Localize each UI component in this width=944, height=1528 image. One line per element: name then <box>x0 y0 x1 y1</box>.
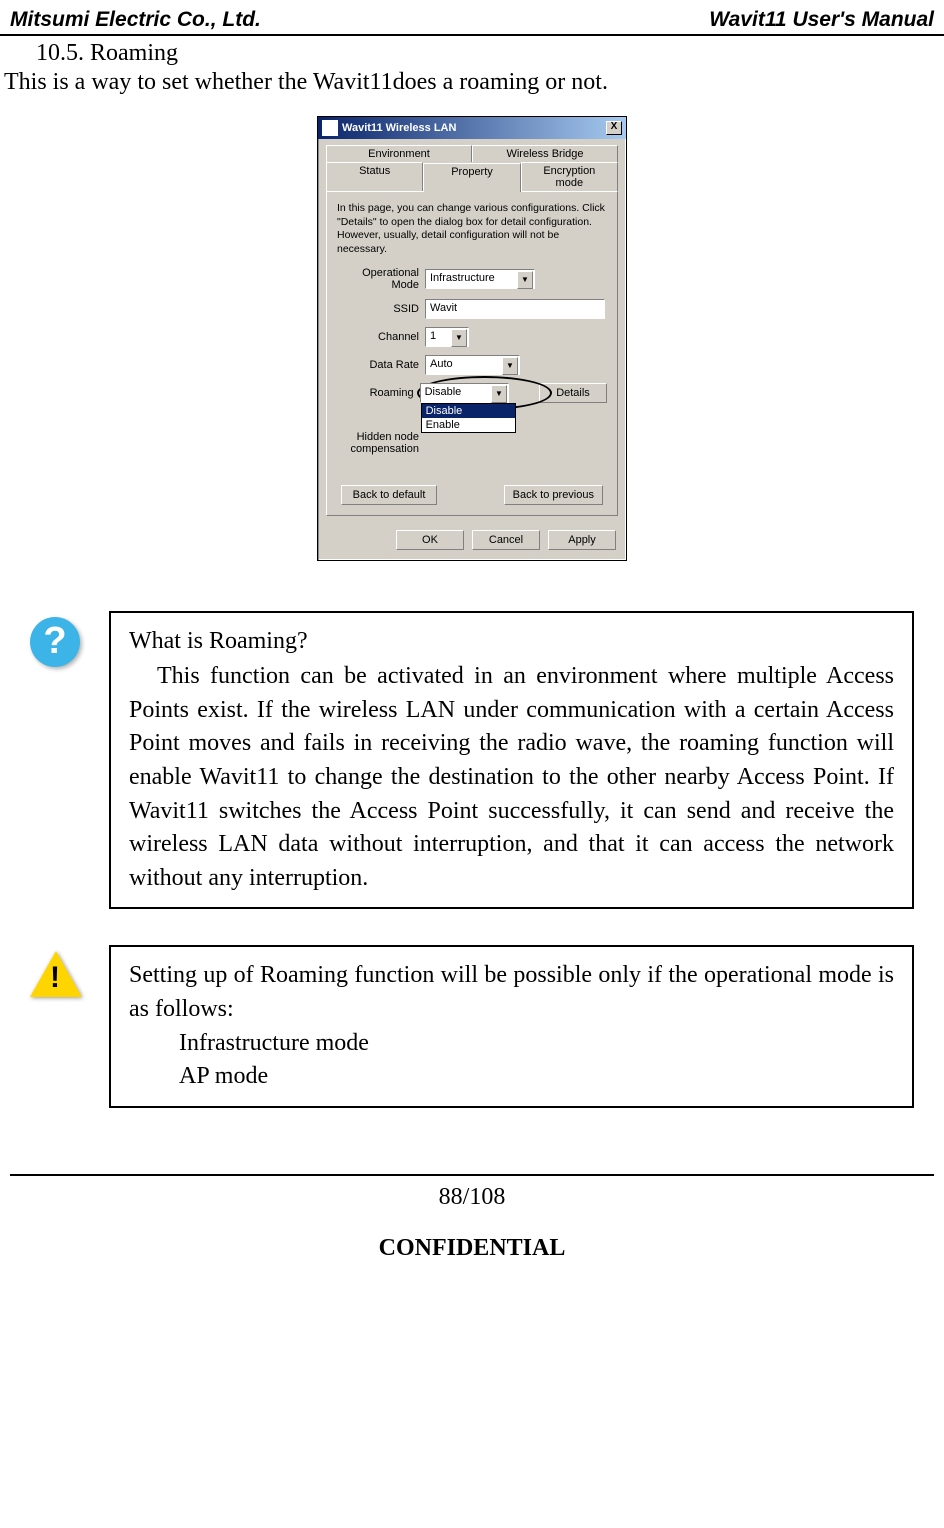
label-ssid: SSID <box>337 303 425 315</box>
page-number: 88/108 <box>439 1184 506 1210</box>
page-footer: 88/108 <box>10 1174 934 1211</box>
ssid-value: Wavit <box>430 302 457 314</box>
help-box: What is Roaming? This function can be ac… <box>109 611 914 910</box>
inner-button-row: Back to default Back to previous <box>337 485 607 505</box>
close-button[interactable]: X <box>606 121 622 135</box>
help-title: What is Roaming? <box>129 625 894 659</box>
dropdown-data-rate[interactable]: Auto ▼ <box>425 355 520 375</box>
row-operational-mode: Operational Mode Infrastructure ▼ <box>337 267 607 291</box>
roaming-options: Disable Enable <box>421 403 516 433</box>
titlebar: Wavit11 Wireless LAN X <box>318 117 626 139</box>
warn-line1: Setting up of Roaming function will be p… <box>129 959 894 1026</box>
ok-button[interactable]: OK <box>396 530 464 550</box>
question-icon: ? <box>30 617 80 667</box>
section-heading: 10.5. Roaming <box>0 36 944 67</box>
chevron-down-icon: ▼ <box>502 357 518 375</box>
app-icon <box>322 120 338 136</box>
intro-text: This is a way to set whether the Wavit11… <box>0 67 944 116</box>
label-op-mode: Operational Mode <box>337 267 425 291</box>
help-body: This function can be activated in an env… <box>129 660 894 895</box>
tab-strip: Environment Wireless Bridge Status Prope… <box>318 139 626 191</box>
apply-button[interactable]: Apply <box>548 530 616 550</box>
data-rate-value: Auto <box>430 358 453 370</box>
tab-encryption[interactable]: Encryption mode <box>521 162 618 191</box>
tab-status[interactable]: Status <box>326 162 423 191</box>
input-ssid[interactable]: Wavit <box>425 299 605 319</box>
dropdown-op-mode[interactable]: Infrastructure ▼ <box>425 269 535 289</box>
window-title: Wavit11 Wireless LAN <box>342 122 456 134</box>
chevron-down-icon: ▼ <box>491 385 507 403</box>
confidential-label: CONFIDENTIAL <box>0 1211 944 1286</box>
warn-item1: Infrastructure mode <box>129 1027 894 1061</box>
titlebar-left: Wavit11 Wireless LAN <box>322 120 456 136</box>
chevron-down-icon: ▼ <box>451 329 467 347</box>
back-default-button[interactable]: Back to default <box>341 485 437 505</box>
details-button[interactable]: Details <box>539 383 607 403</box>
help-section: ? What is Roaming? This function can be … <box>0 611 944 946</box>
dropdown-channel[interactable]: 1 ▼ <box>425 327 469 347</box>
instructions-text: In this page, you can change various con… <box>337 202 607 257</box>
page-header: Mitsumi Electric Co., Ltd. Wavit11 User'… <box>0 0 944 36</box>
row-hidden-node: Hidden node compensation <box>337 431 607 455</box>
cancel-button[interactable]: Cancel <box>472 530 540 550</box>
chevron-down-icon: ▼ <box>517 271 533 289</box>
row-data-rate: Data Rate Auto ▼ <box>337 355 607 375</box>
option-disable[interactable]: Disable <box>422 404 515 418</box>
tab-content: In this page, you can change various con… <box>326 191 618 516</box>
bottom-button-row: OK Cancel Apply <box>318 524 626 560</box>
warning-section: Setting up of Roaming function will be p… <box>0 945 944 1143</box>
row-channel: Channel 1 ▼ <box>337 327 607 347</box>
row-roaming: Roaming Disable ▼ Disable Enable Details <box>337 383 607 403</box>
roaming-value: Disable <box>425 386 462 398</box>
tab-property[interactable]: Property <box>423 163 520 192</box>
warning-icon <box>30 951 82 997</box>
label-roaming: Roaming <box>337 387 420 399</box>
warn-item2: AP mode <box>129 1060 894 1094</box>
tab-wireless-bridge[interactable]: Wireless Bridge <box>472 145 618 162</box>
tab-environment[interactable]: Environment <box>326 145 472 162</box>
label-channel: Channel <box>337 331 425 343</box>
label-data-rate: Data Rate <box>337 359 425 371</box>
dropdown-roaming[interactable]: Disable ▼ Disable Enable <box>420 383 509 403</box>
channel-value: 1 <box>430 330 436 342</box>
warning-box: Setting up of Roaming function will be p… <box>109 945 914 1107</box>
dialog-window: Wavit11 Wireless LAN X Environment Wirel… <box>317 116 627 561</box>
header-manual: Wavit11 User's Manual <box>709 8 934 32</box>
back-previous-button[interactable]: Back to previous <box>504 485 603 505</box>
op-mode-value: Infrastructure <box>430 272 495 284</box>
header-company: Mitsumi Electric Co., Ltd. <box>10 8 261 32</box>
label-hidden-node: Hidden node compensation <box>337 431 425 455</box>
option-enable[interactable]: Enable <box>422 418 515 432</box>
warn-icon-col <box>30 945 84 997</box>
help-icon-col: ? <box>30 611 84 667</box>
row-ssid: SSID Wavit <box>337 299 607 319</box>
